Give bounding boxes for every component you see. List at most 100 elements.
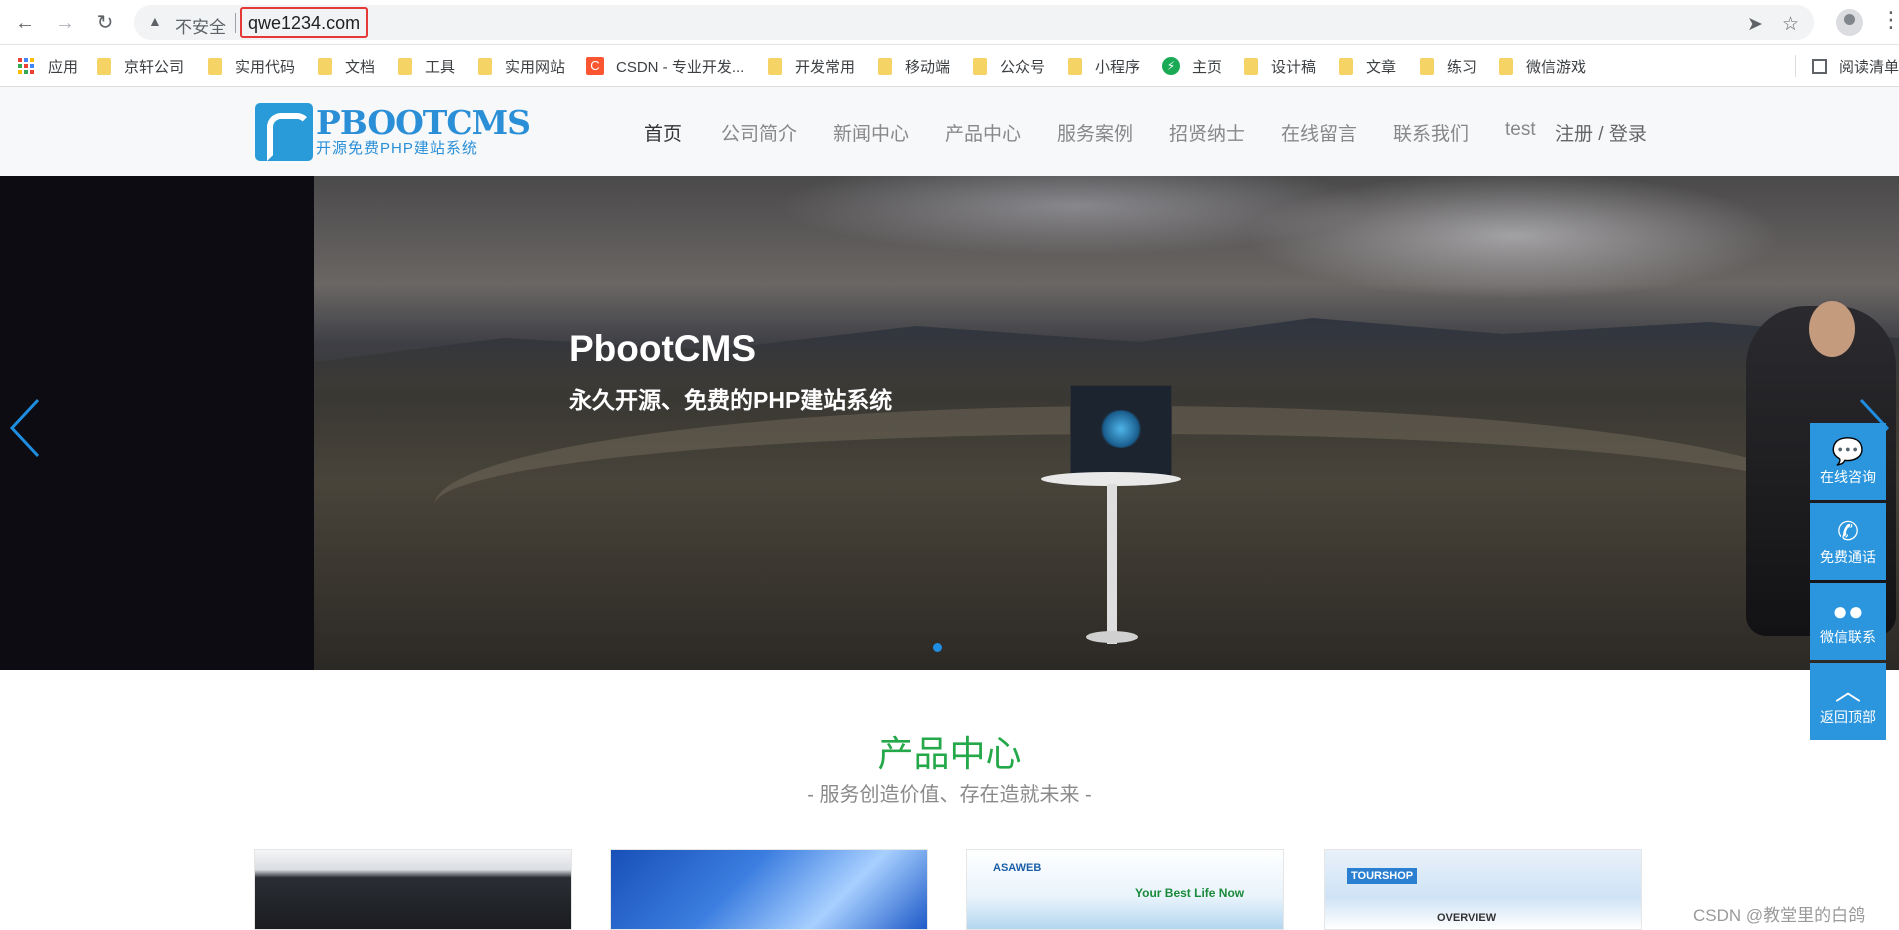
online-consult-button[interactable]: 💬 在线咨询 <box>1810 423 1886 500</box>
site-header: PBOOTCMS 开源免费PHP建站系统 首页 公司简介 新闻中心 产品中心 服… <box>0 87 1899 176</box>
bookmark-home[interactable]: ⚡ 主页 <box>1162 54 1222 78</box>
wechat-icon: ●● <box>1832 596 1864 626</box>
hero-table-base <box>1086 631 1138 643</box>
hero-banner: PbootCMS 永久开源、免费的PHP建站系统 <box>0 176 1899 670</box>
reading-list-icon <box>1812 58 1827 74</box>
nav-cases[interactable]: 服务案例 <box>1057 119 1133 146</box>
bookmark-folder[interactable]: 文章 <box>1339 54 1396 78</box>
reading-list[interactable]: 阅读清单 <box>1812 54 1899 78</box>
nav-news[interactable]: 新闻中心 <box>833 119 909 146</box>
logo-mark-icon <box>255 103 313 161</box>
security-label[interactable]: 不安全 <box>175 13 226 38</box>
hero-computer-box <box>1071 386 1171 476</box>
url-text[interactable]: qwe1234.com <box>240 7 369 38</box>
folder-icon <box>1499 57 1513 75</box>
bookmark-folder[interactable]: 练习 <box>1420 54 1477 78</box>
bookmark-folder[interactable]: 微信游戏 <box>1499 54 1586 78</box>
hero-subtitle: 永久开源、免费的PHP建站系统 <box>569 387 893 413</box>
bookmark-folder[interactable]: 开发常用 <box>768 54 855 78</box>
bookmark-folder[interactable]: 京轩公司 <box>97 54 184 78</box>
bookmark-csdn[interactable]: C CSDN - 专业开发... <box>586 54 744 78</box>
folder-icon <box>478 57 492 75</box>
bookmarks-divider <box>1795 55 1796 77</box>
free-call-button[interactable]: ✆ 免费通话 <box>1810 503 1886 580</box>
bookmark-folder[interactable]: 实用网站 <box>478 54 565 78</box>
folder-icon <box>208 57 222 75</box>
bookmark-folder[interactable]: 移动端 <box>878 54 950 78</box>
csdn-icon: C <box>586 57 604 75</box>
product-caption: TOURSHOP <box>1347 868 1418 884</box>
bookmark-label: 设计稿 <box>1271 58 1317 76</box>
folder-icon <box>398 57 412 75</box>
arrow-up-icon: ︿ <box>1834 676 1861 706</box>
product-card[interactable] <box>254 849 572 930</box>
floating-service-bar: 💬 在线咨询 ✆ 免费通话 ●● 微信联系 ︿ 返回顶部 <box>1810 423 1886 743</box>
bookmark-folder[interactable]: 设计稿 <box>1244 54 1316 78</box>
bookmark-folder[interactable]: 实用代码 <box>208 54 295 78</box>
home-icon: ⚡ <box>1162 57 1180 75</box>
bookmarks-bar: 应用 京轩公司 实用代码 文档 工具 实用网站 C CSDN - 专业开发... … <box>0 45 1899 87</box>
address-separator <box>235 13 236 33</box>
folder-icon <box>1068 57 1082 75</box>
hero-mountains <box>314 318 1899 386</box>
logo-subtitle: 开源免费PHP建站系统 <box>316 140 478 157</box>
forward-arrow-icon[interactable]: → <box>52 10 78 36</box>
folder-icon <box>1339 57 1353 75</box>
float-label: 微信联系 <box>1820 629 1876 645</box>
bookmark-folder[interactable]: 工具 <box>398 54 455 78</box>
folder-icon <box>1420 57 1434 75</box>
nav-about[interactable]: 公司简介 <box>721 119 797 146</box>
folder-icon <box>878 57 892 75</box>
hero-table-leg <box>1107 484 1117 644</box>
float-label: 免费通话 <box>1820 549 1876 565</box>
folder-icon <box>318 57 332 75</box>
nav-jobs[interactable]: 招贤纳士 <box>1169 119 1245 146</box>
more-menu-icon[interactable]: ⋮ <box>1880 7 1899 33</box>
product-caption: ASAWEB <box>993 862 1042 874</box>
profile-avatar-icon[interactable] <box>1836 9 1863 36</box>
folder-icon <box>1244 57 1258 75</box>
bookmark-label: CSDN - 专业开发... <box>616 58 745 76</box>
send-icon[interactable]: ➤ <box>1747 13 1763 36</box>
slider-pagination-dot[interactable] <box>933 643 942 652</box>
nav-contact[interactable]: 联系我们 <box>1393 119 1469 146</box>
bookmark-label: 工具 <box>425 58 456 76</box>
hero-title: PbootCMS <box>569 328 757 369</box>
product-caption: OVERVIEW <box>1437 912 1497 924</box>
nav-products[interactable]: 产品中心 <box>945 119 1021 146</box>
bookmark-folder[interactable]: 文档 <box>318 54 375 78</box>
hero-image <box>314 176 1899 670</box>
nav-home[interactable]: 首页 <box>644 119 682 146</box>
chat-icon: 💬 <box>1831 436 1865 466</box>
back-arrow-icon[interactable]: ← <box>12 10 38 36</box>
warning-icon[interactable]: ▲ <box>148 13 162 29</box>
wechat-contact-button[interactable]: ●● 微信联系 <box>1810 583 1886 660</box>
apps-grid-icon <box>18 58 34 74</box>
bookmark-folder[interactable]: 小程序 <box>1068 54 1140 78</box>
address-bar[interactable]: ▲ 不安全 qwe1234.com ➤ ☆ <box>134 5 1814 40</box>
nav-test[interactable]: test <box>1505 119 1536 141</box>
auth-link[interactable]: 注册 / 登录 <box>1555 119 1647 146</box>
star-icon[interactable]: ☆ <box>1782 13 1799 36</box>
bookmark-label: 实用代码 <box>235 58 296 76</box>
folder-icon <box>973 57 987 75</box>
bookmark-label: 实用网站 <box>505 58 566 76</box>
product-card[interactable]: TOURSHOP OVERVIEW <box>1324 849 1642 930</box>
bookmark-label: 小程序 <box>1095 58 1141 76</box>
bookmark-apps[interactable]: 应用 <box>18 54 78 78</box>
logo-title: PBOOTCMS <box>316 103 531 142</box>
bookmark-label: 练习 <box>1447 58 1478 76</box>
nav-message[interactable]: 在线留言 <box>1281 119 1357 146</box>
reload-icon[interactable]: ↻ <box>92 10 118 36</box>
site-logo[interactable]: PBOOTCMS 开源免费PHP建站系统 <box>255 102 531 162</box>
product-card[interactable]: ASAWEB Your Best Life Now <box>966 849 1284 930</box>
bookmark-label: 应用 <box>48 58 79 76</box>
bookmark-label: 移动端 <box>905 58 951 76</box>
product-card[interactable] <box>610 849 928 930</box>
reading-list-label: 阅读清单 <box>1839 58 1899 76</box>
section-title: 产品中心 <box>877 733 1022 774</box>
bookmark-label: 主页 <box>1192 58 1223 76</box>
slider-prev-icon[interactable] <box>8 396 48 460</box>
bookmark-label: 京轩公司 <box>124 58 185 76</box>
bookmark-folder[interactable]: 公众号 <box>973 54 1045 78</box>
